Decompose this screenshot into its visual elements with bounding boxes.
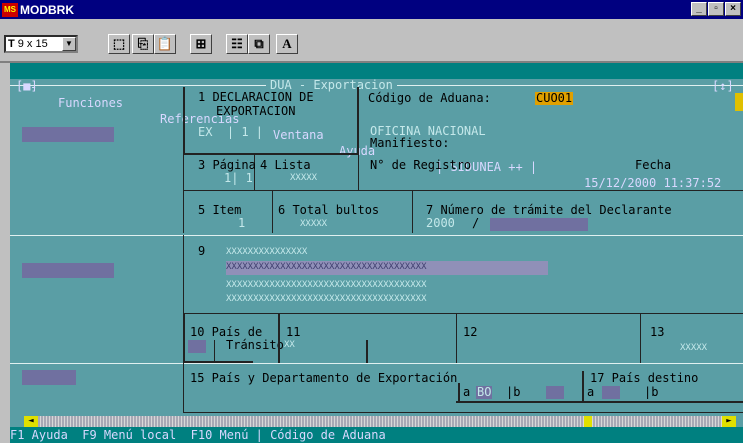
resize-icon[interactable]: [↕] [712, 79, 734, 93]
box15-b-field[interactable] [546, 386, 564, 399]
box15-b-label: |b [506, 385, 521, 399]
bultos-value[interactable]: XXXXX [300, 218, 327, 231]
maximize-button[interactable]: ▫ [708, 2, 724, 16]
scroll-left-icon[interactable]: ◄ [24, 416, 38, 427]
fullscreen-icon[interactable]: ⊞ [190, 34, 212, 54]
horizontal-scrollbar[interactable] [38, 416, 733, 427]
box9-line1[interactable]: XXXXXXXXXXXXXXX [226, 246, 307, 259]
box17-b-label: |b [644, 385, 659, 399]
rule [640, 313, 641, 363]
rule [183, 363, 184, 413]
rule [183, 155, 184, 233]
rule [456, 401, 743, 403]
left-field-3[interactable] [22, 370, 76, 385]
rule [456, 313, 457, 363]
box17-a-label: a [587, 385, 595, 399]
left-field-1[interactable] [22, 127, 114, 142]
rule [278, 313, 280, 363]
item-value[interactable]: 1 [238, 217, 245, 230]
chevron-down-icon[interactable]: ▼ [62, 37, 76, 51]
box9-line2[interactable]: XXXXXXXXXXXXXXXXXXXXXXXXXXXXXXXXXXXXX [226, 262, 426, 272]
app-icon[interactable]: MS [2, 2, 18, 17]
box17-label: 17 País destino [590, 371, 699, 385]
lista-value[interactable]: XXXXX [290, 172, 317, 185]
rule [214, 340, 215, 363]
truetype-icon: T [8, 38, 15, 50]
scroll-right-icon[interactable]: ► [722, 416, 736, 427]
box9-line3[interactable]: XXXXXXXXXXXXXXXXXXXXXXXXXXXXXXXXXXXXX [226, 279, 426, 292]
console-screen: - Funciones Referencias Ventana Ayuda | … [10, 63, 743, 443]
title-bar: MS MODBRK _ ▫ × [0, 0, 743, 19]
menu-funciones[interactable]: Funciones [58, 95, 123, 111]
properties-icon[interactable]: ☷ [226, 34, 248, 54]
box1-label-2: EXPORTACION [216, 104, 296, 118]
menu-bar: - Funciones Referencias Ventana Ayuda | … [10, 63, 743, 190]
box12-label: 12 [463, 325, 478, 339]
rule [358, 155, 359, 190]
datetime: 15/12/2000 11:37:52 [584, 176, 722, 190]
box11-label: 11 [286, 325, 301, 339]
scroll-up-icon[interactable] [735, 93, 743, 111]
rule [582, 371, 584, 401]
rule [366, 340, 368, 363]
rule [272, 190, 273, 233]
box1-label-1: 1 DECLARACION DE [198, 90, 314, 104]
box17-a-field[interactable] [602, 386, 620, 399]
left-field-2[interactable] [22, 263, 114, 278]
box9-label: 9 [198, 244, 206, 258]
box13-label: 13 [650, 325, 665, 339]
box9-line4[interactable]: XXXXXXXXXXXXXXXXXXXXXXXXXXXXXXXXXXXXX [226, 293, 426, 306]
rule [183, 190, 743, 191]
box1-value[interactable]: EX | 1 | [198, 126, 263, 139]
rule [183, 235, 184, 313]
aduana-label: Código de Aduana: [368, 91, 491, 105]
paste-icon[interactable]: 📋 [154, 34, 176, 54]
scroll-thumb[interactable] [584, 416, 592, 427]
manifiesto-label: Manifiesto: [370, 136, 450, 150]
box11-value[interactable]: XX [284, 339, 295, 352]
item-label: 5 Item [198, 203, 242, 217]
window-control-icon[interactable]: [■] [16, 79, 38, 93]
box15-a-label: a [463, 385, 471, 399]
rule [10, 363, 743, 364]
close-button[interactable]: × [725, 2, 741, 16]
pagina-value[interactable]: 1| 1 [224, 172, 253, 185]
tramite-number-field[interactable] [490, 218, 588, 231]
lista-label: 4 Lista [260, 158, 311, 172]
bultos-label: 6 Total bultos [278, 203, 380, 217]
rule [458, 383, 460, 401]
mark-icon[interactable]: ⬚ [108, 34, 130, 54]
status-bar: F1 Ayuda F9 Menú local F10 Menú | Código… [10, 427, 743, 443]
fecha-label: Fecha [635, 158, 672, 172]
tramite-slash: / [472, 216, 480, 230]
box15-label: 15 País y Departamento de Exportación [190, 371, 458, 385]
tramite-year[interactable]: 2000 [426, 217, 455, 230]
rule [10, 235, 743, 236]
tramite-label: 7 Número de trámite del Declarante [426, 203, 672, 217]
aduana-input[interactable]: CUO01 [535, 92, 574, 105]
registro-label: N° de Registro [370, 158, 472, 172]
font-size-value: 9 x 15 [17, 38, 48, 50]
minimize-button[interactable]: _ [691, 2, 707, 16]
rule [183, 412, 743, 413]
copy-icon[interactable]: ⎘ [132, 34, 154, 54]
font-button[interactable]: A [276, 34, 298, 54]
background-icon[interactable]: ⧉ [248, 34, 270, 54]
rule [183, 313, 743, 314]
window-title: MODBRK [20, 2, 74, 17]
font-size-select[interactable]: T 9 x 15 ▼ [4, 35, 78, 53]
box13-value[interactable]: XXXXX [680, 342, 707, 355]
box15-a-field[interactable]: BO [476, 386, 493, 399]
rule [412, 190, 413, 233]
box10-field[interactable] [188, 340, 206, 353]
box10-sub: Tránsito [226, 338, 284, 352]
